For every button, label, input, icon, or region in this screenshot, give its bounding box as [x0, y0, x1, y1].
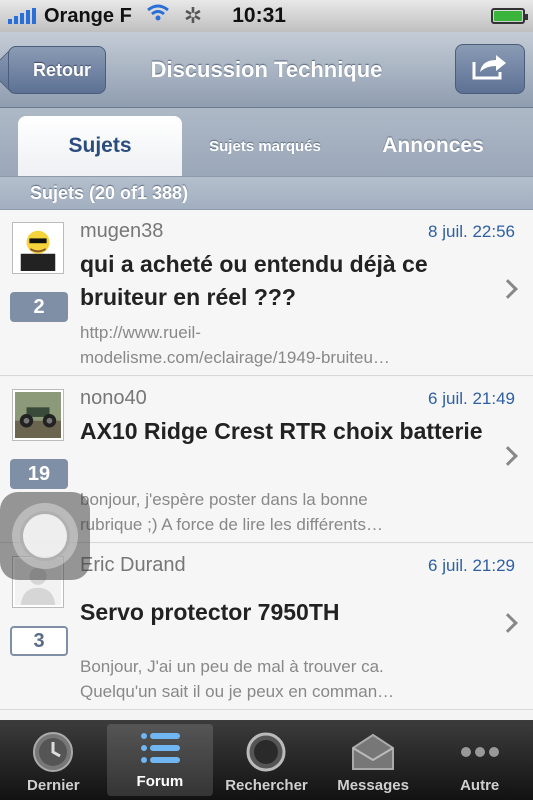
tab-label: Sujets	[68, 134, 132, 157]
preview-line: rubrique ;) A force de lire les différen…	[80, 515, 384, 534]
carrier-name: Orange F	[44, 4, 132, 27]
tab-autre[interactable]: Autre	[426, 720, 533, 800]
preview-line: bonjour, j'espère poster dans la bonne	[80, 490, 368, 509]
chevron-right-icon	[498, 279, 518, 299]
preview-line: modelisme.com/eclairage/1949-bruiteu…	[80, 348, 390, 367]
search-icon	[243, 729, 289, 775]
status-time: 10:31	[232, 4, 286, 27]
topic-author: Eric Durand	[80, 554, 186, 576]
more-icon	[457, 729, 503, 775]
topic-date: 8 juil. 22:56	[428, 222, 515, 241]
list-item[interactable]: 2 mugen38 8 juil. 22:56 qui a acheté ou …	[0, 210, 533, 376]
rc-car-avatar-icon	[12, 389, 64, 441]
topic-title: Servo protector 7950TH	[80, 599, 340, 625]
tab-label: Forum	[136, 773, 184, 790]
tab-forum[interactable]: Forum	[106, 724, 214, 796]
tab-label: Dernier	[27, 777, 80, 794]
assistive-touch-inner-ring	[20, 511, 70, 561]
tab-dernier[interactable]: Dernier	[0, 720, 107, 800]
chevron-right-icon	[498, 613, 518, 633]
topic-preview: Bonjour, J'ai un peu de mal à trouver ca…	[80, 654, 490, 704]
tab-label: Rechercher	[225, 777, 308, 794]
back-button-container: Retour	[0, 32, 120, 108]
tab-rechercher[interactable]: Rechercher	[213, 720, 320, 800]
tab-annonces[interactable]: Annonces	[350, 116, 516, 176]
assistive-touch-outer-ring	[12, 503, 78, 569]
activity-spinner-icon: ✲	[183, 3, 203, 28]
preview-line: Bonjour, J'ai un peu de mal à trouver ca…	[80, 657, 384, 676]
cartoon-avatar-icon	[12, 222, 64, 274]
chevron-right-icon	[498, 446, 518, 466]
topic-title: qui a acheté ou entendu déjà ce bruiteur…	[80, 251, 428, 310]
assistive-touch-button[interactable]	[0, 492, 90, 580]
reply-count-badge: 2	[10, 292, 68, 322]
tab-label: Autre	[460, 777, 500, 794]
topic-list[interactable]: 2 mugen38 8 juil. 22:56 qui a acheté ou …	[0, 210, 533, 720]
topic-preview: bonjour, j'espère poster dans la bonne r…	[80, 487, 490, 537]
tab-sujets[interactable]: Sujets	[18, 116, 182, 176]
tab-sujets-marques[interactable]: Sujets marqués	[190, 116, 340, 176]
tab-label: Annonces	[382, 134, 484, 157]
share-button[interactable]	[455, 44, 525, 94]
topic-author: mugen38	[80, 220, 164, 242]
topic-author: nono40	[80, 387, 147, 409]
back-button[interactable]: Retour	[8, 46, 106, 94]
bottom-tab-bar: Dernier Forum Rechercher Messages Autre	[0, 720, 533, 800]
topic-date: 6 juil. 21:49	[428, 389, 515, 408]
preview-line: http://www.rueil-	[80, 323, 201, 342]
topic-filter-tabs: Sujets Sujets marqués Annonces	[0, 108, 533, 176]
tab-label: Messages	[337, 777, 409, 794]
section-header: Sujets (20 of1 388)	[0, 176, 533, 210]
reply-count-badge: 3	[10, 626, 68, 656]
back-button-label: Retour	[33, 59, 91, 80]
share-icon	[470, 52, 510, 87]
preview-line: Quelqu'un sait il ou je peux en comman…	[80, 682, 395, 701]
status-bar: Orange F ✲ 10:31	[0, 0, 533, 32]
topic-date: 6 juil. 21:29	[428, 556, 515, 575]
reply-count-badge: 19	[10, 459, 68, 489]
topic-preview: http://www.rueil- modelisme.com/eclairag…	[80, 320, 490, 370]
list-icon	[137, 725, 183, 771]
navigation-bar: Retour Discussion Technique	[0, 32, 533, 108]
clock-icon	[30, 729, 76, 775]
page-title: Discussion Technique	[150, 56, 383, 82]
tab-messages[interactable]: Messages	[320, 720, 427, 800]
signal-strength-icon	[8, 8, 36, 24]
topic-title: AX10 Ridge Crest RTR choix batterie	[80, 418, 483, 444]
envelope-icon	[350, 729, 396, 775]
wifi-icon	[146, 4, 170, 28]
tab-label: Sujets marqués	[209, 137, 321, 155]
battery-icon	[491, 8, 528, 24]
